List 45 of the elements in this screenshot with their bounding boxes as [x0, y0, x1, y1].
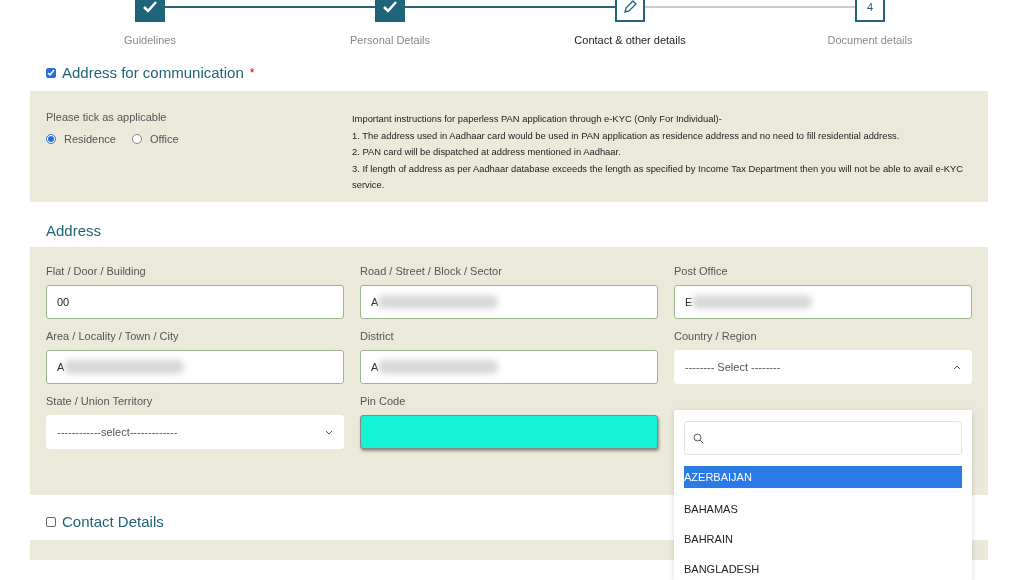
instruction-text: 1. The address used in Aadhaar card would be used in PAN application as residence address and no need to fill residential address. [352, 128, 901, 143]
text-field[interactable]: A [46, 350, 344, 384]
instruction-text: Important instructions for paperless PAN application through e-KYC (Only For Individual)- [352, 112, 723, 126]
required-mark: * [249, 65, 255, 80]
radio-option[interactable]: Residence [46, 133, 116, 145]
caret-icon [325, 429, 333, 435]
step-marker[interactable] [375, 0, 405, 22]
field-label: Country / Region [674, 330, 758, 342]
radio-option[interactable]: Office [132, 133, 179, 145]
field-label: Pin Code [360, 395, 407, 407]
field-label: Road / Street / Block / Sector [360, 265, 503, 277]
check-icon [143, 1, 157, 13]
step-marker[interactable]: 4 [855, 0, 885, 22]
step-marker[interactable] [135, 0, 165, 22]
tick-label: Please tick as applicable [46, 111, 168, 123]
select-field[interactable]: ------------select------------- [46, 415, 344, 449]
field-label: Post Office [674, 265, 729, 277]
pencil-icon [623, 0, 637, 14]
field-label: State / Union Territory [46, 395, 154, 407]
section-heading: Address [46, 222, 103, 239]
checkbox[interactable] [46, 67, 56, 78]
text-field[interactable]: A [360, 350, 658, 384]
caret-icon [953, 364, 961, 370]
checkbox[interactable] [46, 516, 56, 527]
step-label[interactable]: Personal Details [349, 34, 431, 46]
step-label[interactable]: Document details [827, 34, 913, 46]
section-title: Contact Details [62, 513, 164, 530]
select-field[interactable]: -------- Select -------- [674, 350, 972, 384]
search-icon [693, 432, 704, 444]
check-icon [383, 1, 397, 13]
dropdown-option[interactable]: AZERBAIJAN [684, 466, 962, 488]
step-label[interactable]: Guidelines [124, 34, 176, 46]
text-field[interactable]: A [360, 285, 658, 319]
field-label: Flat / Door / Building [46, 265, 147, 277]
text-field[interactable]: E [674, 285, 972, 319]
search-field[interactable] [684, 421, 962, 455]
step-marker[interactable] [615, 0, 645, 22]
instruction-text: 3. If length of address as per Aadhaar database exceeds the length as specified by Income Tax Department then you will not be able to avail e-KYC service. [352, 161, 965, 193]
field-label: District [360, 330, 395, 342]
step-label[interactable]: Contact & other details [574, 34, 686, 46]
pin-code-field[interactable] [360, 415, 658, 449]
text-field[interactable]: 00 [46, 285, 344, 319]
section-title: Address for communication [62, 64, 244, 81]
field-label: Area / Locality / Town / City [46, 330, 180, 342]
instruction-text: 2. PAN card will be dispatched at address mentioned in Aadhaar. [352, 145, 622, 160]
